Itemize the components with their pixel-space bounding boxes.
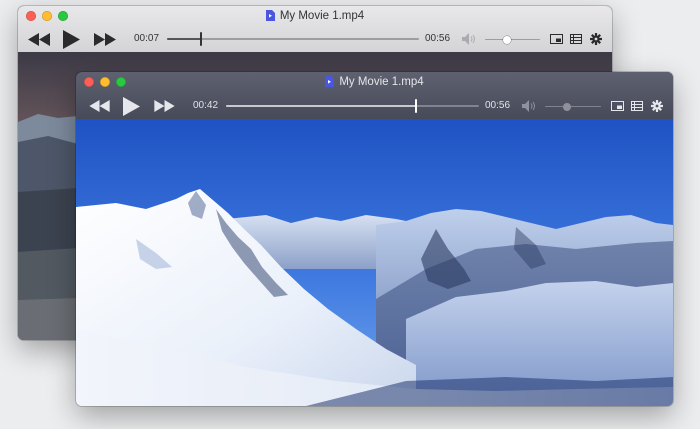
fast-forward-button[interactable] <box>152 96 176 116</box>
playlist-icon <box>631 101 643 111</box>
rewind-icon <box>88 100 110 112</box>
duration-time: 00:56 <box>425 33 451 44</box>
file-icon <box>265 10 275 21</box>
fast-forward-icon <box>153 100 175 112</box>
progress-handle[interactable] <box>200 32 203 46</box>
picture-in-picture-button[interactable] <box>549 29 563 49</box>
rewind-button[interactable] <box>27 29 51 49</box>
video-frame[interactable] <box>76 119 673 406</box>
progress-handle[interactable] <box>414 99 417 113</box>
gear-icon <box>590 33 602 45</box>
file-icon <box>325 76 335 87</box>
picture-in-picture-icon <box>610 101 624 111</box>
window-title: My Movie 1.mp4 <box>76 75 673 89</box>
progress-bar[interactable] <box>226 99 479 113</box>
fast-forward-icon <box>94 32 116 46</box>
play-button[interactable] <box>60 29 82 49</box>
mute-button[interactable] <box>461 29 477 49</box>
settings-button[interactable] <box>650 96 664 116</box>
video-frame-snowy-mountains <box>76 119 673 406</box>
playlist-icon <box>570 34 582 44</box>
mute-button[interactable] <box>521 96 537 116</box>
playlist-button[interactable] <box>569 29 583 49</box>
volume-slider[interactable] <box>545 103 601 111</box>
rewind-button[interactable] <box>87 96 111 116</box>
elapsed-time: 00:42 <box>193 100 219 111</box>
play-icon <box>123 96 140 116</box>
window-title: My Movie 1.mp4 <box>18 9 612 23</box>
playback-controls: 00:07 00:56 <box>18 29 612 49</box>
gear-icon <box>651 100 663 112</box>
progress-bar[interactable] <box>167 32 419 46</box>
speaker-icon <box>522 100 535 112</box>
player-window-front[interactable]: My Movie 1.mp4 00:42 00:56 <box>76 72 673 406</box>
volume-knob[interactable] <box>503 36 511 44</box>
play-icon <box>63 29 80 49</box>
progress-fill <box>167 38 202 40</box>
playlist-button[interactable] <box>630 96 644 116</box>
window-title-text: My Movie 1.mp4 <box>339 76 424 88</box>
duration-time: 00:56 <box>485 100 511 111</box>
rewind-icon <box>28 32 50 46</box>
volume-knob[interactable] <box>563 103 572 111</box>
title-bar[interactable]: My Movie 1.mp4 00:42 00:56 <box>76 72 673 119</box>
speaker-icon <box>462 33 475 45</box>
play-button[interactable] <box>120 96 142 116</box>
playback-controls: 00:42 00:56 <box>76 96 673 116</box>
progress-fill <box>226 105 416 107</box>
title-bar[interactable]: My Movie 1.mp4 00:07 00:56 <box>18 6 612 52</box>
fast-forward-button[interactable] <box>93 29 117 49</box>
picture-in-picture-icon <box>549 34 563 44</box>
elapsed-time: 00:07 <box>134 33 160 44</box>
window-title-text: My Movie 1.mp4 <box>279 10 365 22</box>
settings-button[interactable] <box>589 29 603 49</box>
volume-slider[interactable] <box>485 36 540 44</box>
picture-in-picture-button[interactable] <box>610 96 624 116</box>
